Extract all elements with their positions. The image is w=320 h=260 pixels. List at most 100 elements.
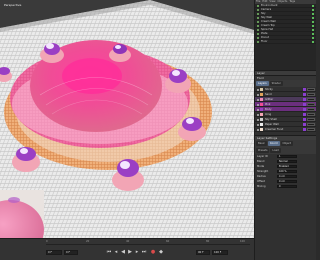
keyframe-icon[interactable]: ◆ bbox=[158, 249, 164, 255]
tick-label: 0 bbox=[46, 240, 48, 243]
opacity-slider bbox=[307, 103, 315, 106]
eye-icon bbox=[257, 113, 259, 116]
visible-check-icon bbox=[312, 25, 314, 27]
tick-label: 40 bbox=[126, 240, 130, 243]
start-frame-field[interactable]: 0 F bbox=[46, 250, 62, 255]
property-value-field[interactable]: 4 cm bbox=[277, 175, 297, 178]
visible-check-icon bbox=[312, 37, 314, 39]
tab-shader[interactable]: Shader bbox=[269, 81, 283, 86]
visible-check-icon bbox=[312, 33, 314, 35]
layer-swatch bbox=[260, 123, 263, 126]
mix-icon bbox=[303, 123, 306, 126]
layer-tabs: Layers Shader bbox=[255, 80, 316, 87]
previous-key-icon[interactable]: ◂ bbox=[113, 249, 119, 255]
layer-list: Sticky Sand Glitter Pink Body Icing Sky … bbox=[255, 87, 316, 132]
property-row: Mixing 0 bbox=[255, 184, 316, 189]
property-value-field[interactable]: 0 bbox=[277, 185, 297, 188]
play-forward-icon[interactable]: ▶ bbox=[127, 249, 133, 255]
object-icon bbox=[257, 17, 259, 19]
viewport-3d[interactable]: Perspective bbox=[0, 0, 254, 238]
tab-coord[interactable]: Coord bbox=[267, 141, 280, 146]
eye-icon bbox=[257, 88, 259, 91]
object-icon bbox=[257, 37, 259, 39]
visible-check-icon bbox=[312, 13, 314, 15]
right-panel: File Edit View Objects Tags Environment … bbox=[254, 0, 316, 260]
mix-icon bbox=[303, 128, 306, 131]
object-icon bbox=[257, 33, 259, 35]
eye-icon bbox=[257, 98, 259, 101]
object-icon bbox=[257, 41, 259, 43]
tick-label: 80 bbox=[206, 240, 210, 243]
timeline-ruler[interactable]: 0 20 40 60 80 100 bbox=[46, 240, 250, 245]
mix-icon bbox=[303, 88, 306, 91]
opacity-slider bbox=[307, 113, 315, 116]
layer-swatch bbox=[260, 88, 263, 91]
eye-icon bbox=[257, 103, 259, 106]
render-preview bbox=[0, 190, 44, 238]
opacity-slider bbox=[307, 128, 315, 131]
camera-label[interactable]: Perspective bbox=[4, 3, 21, 7]
object-icon bbox=[257, 5, 259, 7]
object-item[interactable]: Floor bbox=[255, 40, 316, 44]
tab-layers[interactable]: Layers bbox=[256, 81, 269, 86]
attribute-properties: Layer ID 1 Blend Normal Mode Enabled Streng… bbox=[255, 154, 316, 189]
property-value-field[interactable]: 100 % bbox=[277, 170, 297, 173]
mix-icon bbox=[303, 113, 306, 116]
go-to-start-icon[interactable]: ⏮ bbox=[106, 249, 112, 255]
visible-check-icon bbox=[312, 29, 314, 31]
eye-icon bbox=[257, 128, 259, 131]
transport-bar: 0 F 0 F ⏮ ◂ ◀ ▶ ▸ ⏭ ● ◆ 90 F 100 F bbox=[46, 247, 250, 259]
mix-icon bbox=[303, 118, 306, 121]
property-value-field[interactable]: 1 bbox=[277, 155, 297, 158]
opacity-slider bbox=[307, 98, 315, 101]
object-icon bbox=[257, 21, 259, 23]
tab-object[interactable]: Object bbox=[280, 141, 293, 146]
end-frame-field[interactable]: 90 F bbox=[196, 250, 210, 255]
tick-label: 20 bbox=[86, 240, 90, 243]
property-value-field[interactable]: 0 cm bbox=[277, 180, 297, 183]
layer-swatch bbox=[260, 103, 263, 106]
tick-label: 60 bbox=[166, 240, 170, 243]
current-frame-field[interactable]: 0 F bbox=[64, 250, 78, 255]
object-icon bbox=[257, 13, 259, 15]
visible-check-icon bbox=[312, 17, 314, 19]
layer-swatch bbox=[260, 118, 263, 121]
layer-swatch bbox=[260, 98, 263, 101]
opacity-slider bbox=[307, 88, 315, 91]
play-backward-icon[interactable]: ◀ bbox=[120, 249, 126, 255]
opacity-slider bbox=[307, 93, 315, 96]
layer-swatch bbox=[260, 108, 263, 111]
eye-icon bbox=[257, 108, 259, 111]
mix-icon bbox=[303, 108, 306, 111]
mix-icon bbox=[303, 93, 306, 96]
tick-label: 100 bbox=[240, 240, 245, 243]
property-value-field[interactable]: Normal bbox=[277, 160, 297, 163]
property-value-field[interactable]: Enabled bbox=[277, 165, 297, 168]
record-icon[interactable]: ● bbox=[150, 249, 156, 255]
mix-icon bbox=[303, 98, 306, 101]
object-icon bbox=[257, 29, 259, 31]
opacity-slider bbox=[307, 118, 315, 121]
layer-swatch bbox=[260, 113, 263, 116]
timeline[interactable]: 0 20 40 60 80 100 0 F 0 F ⏮ ◂ ◀ ▶ ▸ ⏭ ● … bbox=[0, 238, 254, 260]
tab-load[interactable]: Load bbox=[270, 148, 281, 153]
object-icon bbox=[257, 25, 259, 27]
visible-check-icon bbox=[312, 41, 314, 43]
attribute-tabs: Basic Coord Object bbox=[255, 140, 316, 147]
layer-row[interactable]: Creamer Fund bbox=[255, 127, 316, 132]
attribute-subtabs: Presets Load bbox=[255, 147, 316, 154]
eye-icon bbox=[257, 123, 259, 126]
next-key-icon[interactable]: ▸ bbox=[134, 249, 140, 255]
max-frame-field[interactable]: 100 F bbox=[212, 250, 228, 255]
go-to-end-icon[interactable]: ⏭ bbox=[141, 249, 147, 255]
opacity-slider bbox=[307, 108, 315, 111]
object-list-empty-space bbox=[255, 44, 316, 70]
visible-check-icon bbox=[312, 21, 314, 23]
eye-icon bbox=[257, 118, 259, 121]
tab-basic[interactable]: Basic bbox=[256, 141, 267, 146]
eye-icon bbox=[257, 93, 259, 96]
mix-icon bbox=[303, 103, 306, 106]
layer-swatch bbox=[260, 93, 263, 96]
tab-presets[interactable]: Presets bbox=[256, 148, 270, 153]
layer-swatch bbox=[260, 128, 263, 131]
